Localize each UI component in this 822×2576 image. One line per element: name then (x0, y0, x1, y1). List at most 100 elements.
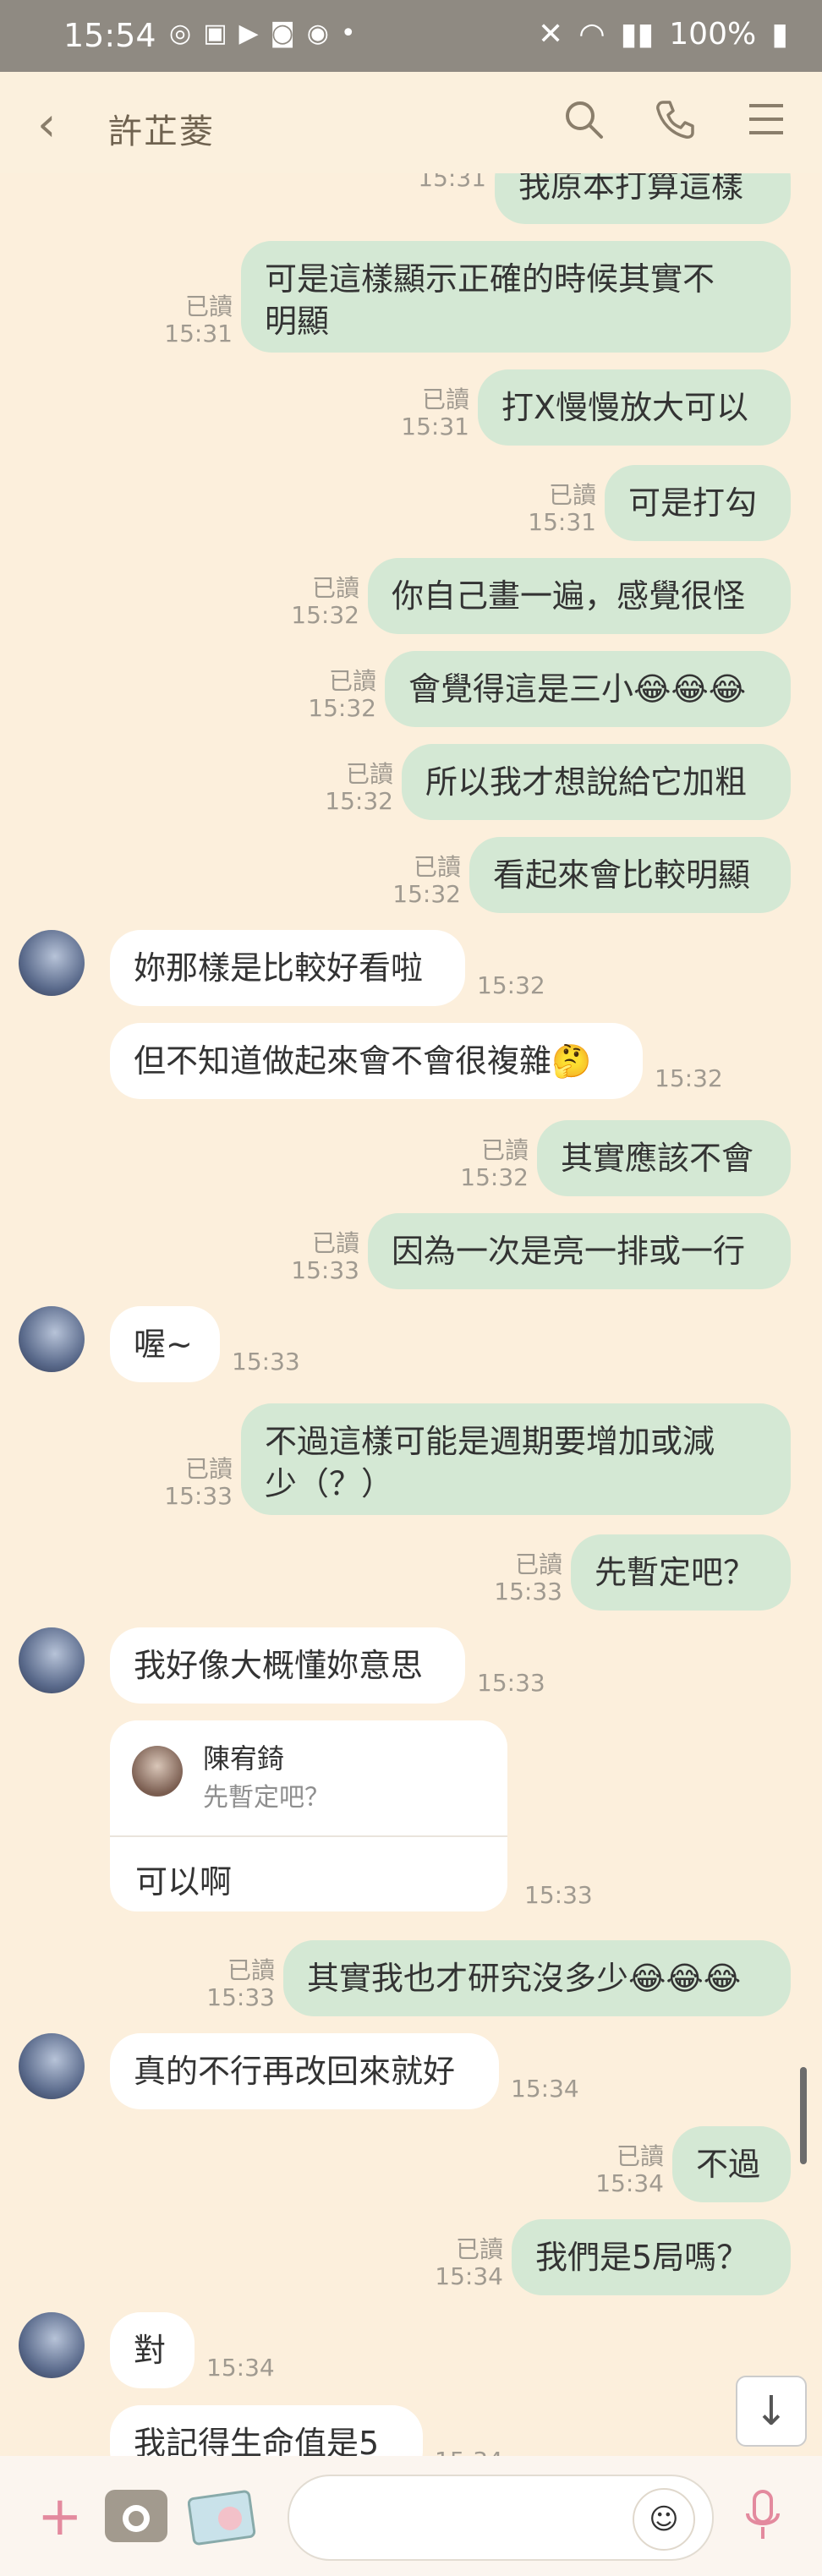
message-text: 我記得生命值是5 (134, 2425, 380, 2456)
menu-icon[interactable] (744, 97, 788, 141)
read-receipt: 已讀 (345, 760, 393, 788)
reply-message-card[interactable]: 陳宥錡 先暫定吧？ 可以啊 (110, 1720, 507, 1911)
quote-divider (110, 1835, 507, 1837)
message-text: 看起來會比較明顯 (493, 856, 751, 894)
sent-message-bubble[interactable]: 打X慢慢放大可以 (478, 369, 791, 446)
read-receipt: 已讀 (421, 386, 469, 413)
message-text: 不過 (696, 2146, 761, 2183)
message-time: 15:32 (392, 880, 461, 908)
message-text: 我好像大概懂妳意思 (134, 1647, 424, 1684)
message-text: 可是這樣顯示正確的時候其實不 (265, 260, 715, 298)
sent-message-bubble[interactable]: 可是打勾 (605, 465, 791, 541)
arrow-down-icon: ↓ (754, 2387, 789, 2435)
battery-text: 100% (669, 17, 757, 52)
sent-message-bubble[interactable]: 我原本打算這樣 (495, 173, 791, 224)
status-bar: 15:54 ◎ ▣ ▶ ◙ ◉ • ✕ ◠ ▮▮ 100% ▮ (0, 0, 822, 72)
received-message-bubble[interactable]: 我記得生命值是5 (110, 2405, 423, 2456)
sent-message-bubble[interactable]: 其實應該不會 (537, 1120, 791, 1196)
message-time: 15:33 (494, 1578, 562, 1605)
microphone-icon[interactable] (741, 2486, 785, 2546)
sent-message-bubble[interactable]: 不過 (672, 2126, 791, 2202)
contact-avatar[interactable] (19, 1627, 85, 1693)
read-receipt: 已讀 (616, 2142, 664, 2170)
contact-name: 許芷菱 (108, 112, 215, 151)
received-message-bubble[interactable]: 喔~ (110, 1306, 220, 1382)
sent-message-bubble[interactable]: 會覺得這是三小😂😂😂 (385, 651, 791, 727)
message-text-line2: 明顯 (265, 303, 330, 340)
message-time: 15:32 (655, 1064, 723, 1092)
message-time: 15:32 (460, 1163, 529, 1191)
message-time: 15:33 (291, 1256, 359, 1284)
sent-message-bubble[interactable]: 所以我才想說給它加粗 (402, 744, 791, 820)
message-text: 真的不行再改回來就好 (134, 2053, 456, 2090)
status-right: ✕ ◠ ▮▮ 100% ▮ (538, 17, 788, 52)
sent-message-bubble[interactable]: 因為一次是亮一排或一行 (368, 1213, 791, 1289)
search-icon[interactable] (562, 97, 606, 141)
message-meta: 已讀 15:32 (300, 668, 376, 722)
message-meta: 已讀 15:31 (393, 386, 469, 440)
message-meta: 已讀 15:31 (520, 482, 596, 536)
scroll-to-bottom-button[interactable]: ↓ (736, 2376, 807, 2447)
contact-avatar[interactable] (19, 2312, 85, 2378)
line-icon: ◉ (306, 19, 329, 48)
message-time: 15:34 (435, 2447, 503, 2457)
message-text: 妳那樣是比較好看啦 (134, 949, 424, 987)
gallery-icon[interactable] (188, 2486, 260, 2546)
received-message-bubble[interactable]: 妳那樣是比較好看啦 (110, 930, 465, 1006)
message-meta: 已讀 15:34 (588, 2143, 664, 2197)
youtube-icon: ▶ (238, 19, 259, 48)
message-text: 先暫定吧？ (595, 1554, 756, 1591)
sent-message-bubble[interactable]: 你自己畫一遍，感覺很怪 (368, 558, 791, 634)
message-text: 打X慢慢放大可以 (501, 389, 749, 426)
read-receipt: 已讀 (227, 1956, 275, 1984)
read-receipt: 已讀 (455, 2235, 503, 2263)
scrollbar-thumb[interactable] (800, 2067, 807, 2164)
message-meta: 15:31 (410, 173, 486, 192)
received-message-bubble[interactable]: 真的不行再改回來就好 (110, 2033, 499, 2109)
phone-icon[interactable] (653, 97, 697, 141)
sent-message-bubble[interactable]: 不過這樣可能是週期要增加或減 少（？） (241, 1403, 791, 1515)
message-meta: 已讀 15:33 (486, 1551, 562, 1605)
message-text: 我們是5局嗎？ (535, 2239, 749, 2276)
quoted-message-text: 先暫定吧？ (203, 1783, 330, 1813)
received-message-bubble[interactable]: 我好像大概懂妳意思 (110, 1627, 465, 1704)
sent-message-bubble[interactable]: 其實我也才研究沒多少😂😂😂 (283, 1940, 791, 2016)
mute-icon: ✕ (538, 17, 564, 52)
received-message-bubble[interactable]: 對 (110, 2312, 195, 2388)
camera-icon[interactable] (105, 2490, 167, 2542)
sticker-icon[interactable]: ☺ (633, 2488, 695, 2551)
app-icon: ▣ (203, 19, 227, 48)
contact-avatar[interactable] (19, 1306, 85, 1372)
message-meta: 已讀 15:32 (283, 575, 359, 629)
sent-message-bubble[interactable]: 先暫定吧？ (571, 1534, 791, 1611)
chat-area[interactable]: 15:31 我原本打算這樣 已讀 15:31 可是這樣顯示正確的時候其實不 明顯 已讀 15:… (0, 173, 822, 2456)
sent-message-bubble[interactable]: 可是這樣顯示正確的時候其實不 明顯 (241, 241, 791, 353)
read-receipt: 已讀 (514, 1551, 562, 1578)
message-meta: 已讀 15:33 (156, 1456, 233, 1510)
contact-avatar[interactable] (19, 930, 85, 996)
read-receipt: 已讀 (184, 293, 233, 320)
message-text: 你自己畫一遍，感覺很怪 (392, 577, 746, 615)
back-icon[interactable]: ‹ (37, 97, 56, 152)
message-meta: 已讀 15:31 (156, 293, 233, 347)
sent-message-bubble[interactable]: 看起來會比較明顯 (469, 837, 791, 913)
read-receipt: 已讀 (413, 853, 461, 881)
plus-icon[interactable]: + (37, 2490, 83, 2544)
message-time: 15:32 (325, 787, 393, 815)
quoted-avatar (132, 1746, 183, 1797)
status-time: 15:54 (63, 17, 156, 54)
contact-avatar[interactable] (19, 2033, 85, 2099)
message-text: 所以我才想說給它加粗 (425, 763, 748, 801)
message-text: 喔~ (134, 1326, 193, 1363)
message-text: 其實應該不會 (561, 1140, 754, 1177)
message-meta: 已讀 15:32 (317, 761, 393, 815)
dot-icon: • (340, 19, 356, 48)
message-input[interactable]: ☺ (288, 2475, 714, 2561)
sent-message-bubble[interactable]: 我們是5局嗎？ (512, 2219, 791, 2295)
received-message-bubble[interactable]: 但不知道做起來會不會很複雜🤔 (110, 1023, 643, 1099)
message-time: 15:33 (206, 1983, 275, 2011)
input-bar: + ☺ (0, 2456, 822, 2576)
message-time: 15:34 (511, 2075, 579, 2103)
message-text: 可是打勾 (628, 484, 758, 522)
message-text: 對 (134, 2332, 167, 2369)
